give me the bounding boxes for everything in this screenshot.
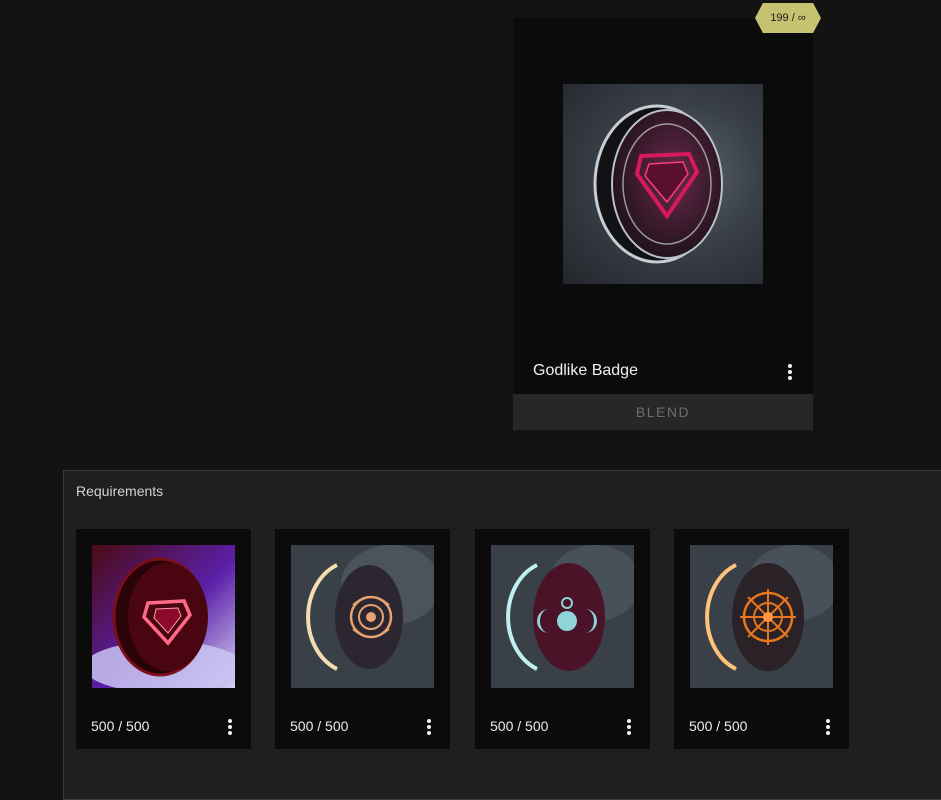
requirement-card[interactable]: 500 / 500 <box>475 529 650 749</box>
requirement-count: 500 / 500 <box>490 718 549 734</box>
requirement-count: 500 / 500 <box>689 718 748 734</box>
requirement-more-options-icon[interactable] <box>225 717 235 737</box>
requirement-count: 500 / 500 <box>91 718 150 734</box>
requirement-more-options-icon[interactable] <box>424 717 434 737</box>
requirements-panel: Requirements 500 / 500 500 / 500 500 / 5… <box>63 470 941 800</box>
requirement-image <box>291 545 434 688</box>
requirement-card[interactable]: 500 / 500 <box>674 529 849 749</box>
godlike-badge-image <box>563 84 763 284</box>
item-title: Godlike Badge <box>533 362 638 379</box>
owned-count-badge: 199 / ∞ <box>755 3 821 33</box>
cyan-moon-badge-icon <box>491 545 634 688</box>
orange-sun-badge-icon <box>690 545 833 688</box>
requirements-title: Requirements <box>76 483 164 499</box>
blend-button[interactable]: BLEND <box>513 394 813 430</box>
red-gem-badge-icon <box>92 545 235 688</box>
orange-eye-badge-icon <box>291 545 434 688</box>
godlike-gem-badge-icon <box>593 104 723 264</box>
requirement-image <box>92 545 235 688</box>
requirement-image <box>690 545 833 688</box>
requirement-count: 500 / 500 <box>290 718 349 734</box>
requirement-more-options-icon[interactable] <box>823 717 833 737</box>
requirement-card[interactable]: 500 / 500 <box>275 529 450 749</box>
item-more-options-icon[interactable] <box>785 362 795 382</box>
item-card-godlike-badge[interactable]: Godlike Badge BLEND <box>513 18 813 430</box>
requirement-image <box>491 545 634 688</box>
requirement-more-options-icon[interactable] <box>624 717 634 737</box>
requirement-card[interactable]: 500 / 500 <box>76 529 251 749</box>
